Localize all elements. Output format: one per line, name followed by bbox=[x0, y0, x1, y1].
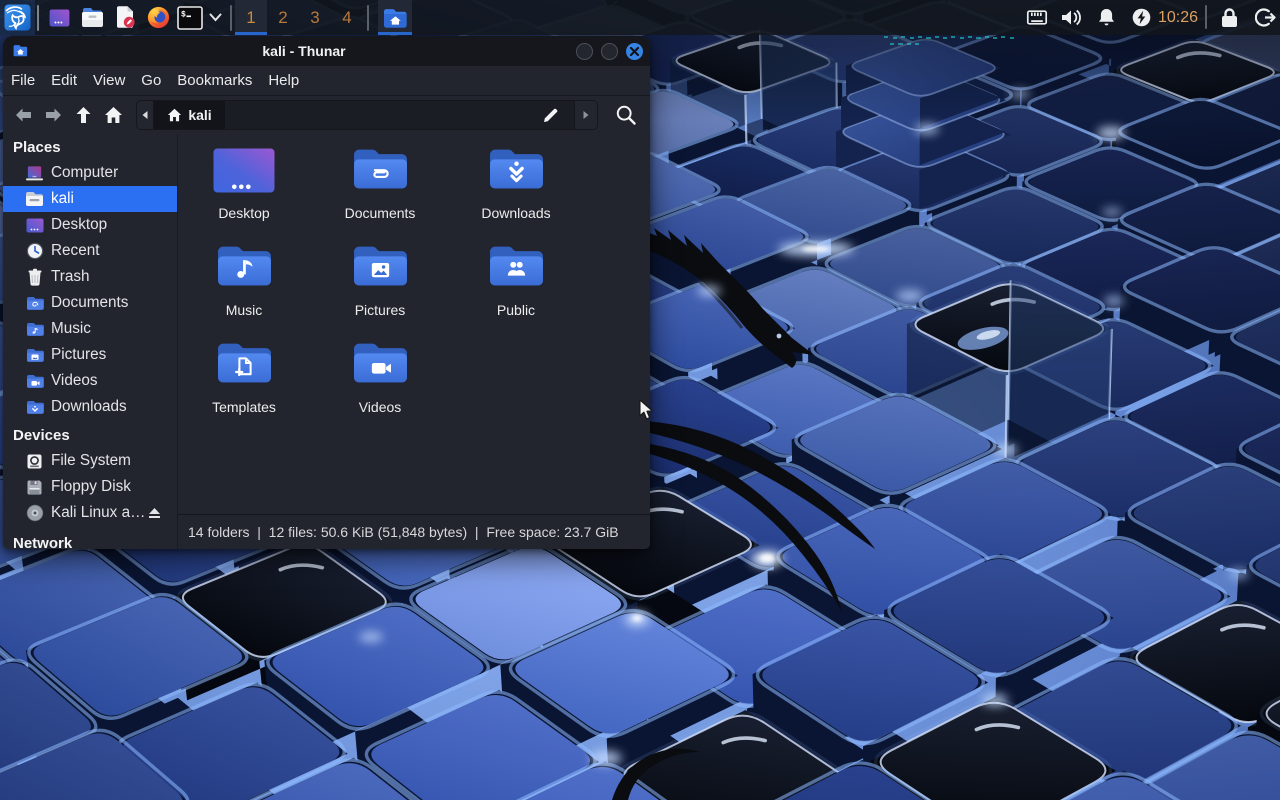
svg-text:$: $ bbox=[181, 10, 186, 19]
